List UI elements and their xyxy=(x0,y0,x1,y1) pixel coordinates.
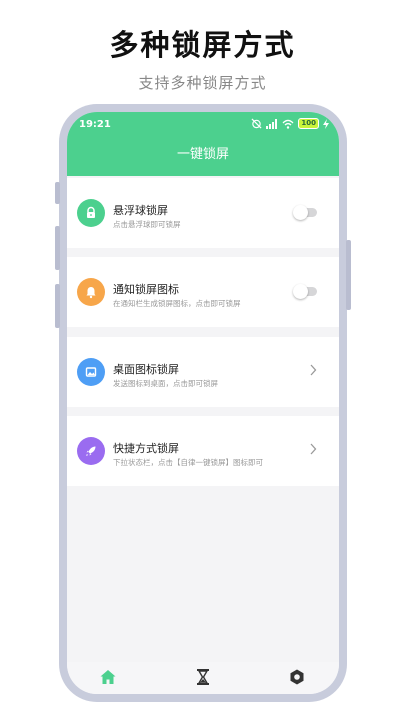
promo-title: 多种锁屏方式 xyxy=(109,28,296,62)
lock-option-floating-ball[interactable]: 悬浮球锁屏 点击悬浮球即可锁屏 xyxy=(67,178,339,248)
status-time: 19:21 xyxy=(79,119,111,130)
promo-subtitle: 支持多种锁屏方式 xyxy=(138,74,267,92)
rocket-icon xyxy=(77,437,105,465)
status-bar: 19:21 100 xyxy=(67,112,339,136)
settings-icon[interactable] xyxy=(288,668,306,686)
phone-side-button xyxy=(55,226,60,270)
signal-icon xyxy=(266,118,278,129)
option-description: 点击悬浮球即可锁屏 xyxy=(113,220,181,229)
chevron-right-icon xyxy=(310,364,317,376)
notification-toggle[interactable] xyxy=(293,284,317,299)
lock-icon xyxy=(77,199,105,227)
lock-option-shortcut[interactable]: 快捷方式锁屏 下拉状态栏，点击【自律一键锁屏】图标即可 xyxy=(67,416,339,486)
hourglass-icon[interactable] xyxy=(195,668,211,686)
phone-side-button xyxy=(55,182,60,204)
app-header: 一键锁屏 xyxy=(67,136,339,176)
option-description: 下拉状态栏，点击【自律一键锁屏】图标即可 xyxy=(113,458,263,467)
lock-option-notification[interactable]: 通知锁屏图标 在通知栏生成锁屏图标，点击即可锁屏 xyxy=(67,257,339,327)
option-title: 快捷方式锁屏 xyxy=(113,442,179,455)
floating-ball-toggle[interactable] xyxy=(293,205,317,220)
phone-frame: 19:21 100 一键锁屏 悬浮球锁屏 点击悬浮球即可锁屏 通知锁屏图标 在通… xyxy=(55,104,351,702)
phone-side-button xyxy=(346,240,351,310)
chevron-right-icon xyxy=(310,443,317,455)
phone-side-button xyxy=(55,284,60,328)
option-title: 通知锁屏图标 xyxy=(113,283,179,296)
toggle-knob xyxy=(293,284,308,299)
option-description: 发送图标到桌面，点击即可锁屏 xyxy=(113,379,218,388)
home-icon[interactable] xyxy=(99,668,117,686)
option-description: 在通知栏生成锁屏图标，点击即可锁屏 xyxy=(113,299,241,308)
lock-option-desktop-icon[interactable]: 桌面图标锁屏 发送图标到桌面，点击即可锁屏 xyxy=(67,337,339,407)
toggle-knob xyxy=(293,205,308,220)
option-title: 悬浮球锁屏 xyxy=(113,204,168,217)
app-screen: 19:21 100 一键锁屏 悬浮球锁屏 点击悬浮球即可锁屏 通知锁屏图标 在通… xyxy=(67,112,339,694)
battery-icon: 100 xyxy=(298,118,319,129)
option-title: 桌面图标锁屏 xyxy=(113,363,179,376)
app-title: 一键锁屏 xyxy=(176,147,229,162)
alarm-off-icon xyxy=(251,118,262,129)
bottom-tab-bar xyxy=(67,662,339,694)
image-icon xyxy=(77,358,105,386)
charging-icon xyxy=(323,118,329,129)
bell-icon xyxy=(77,278,105,306)
wifi-icon xyxy=(282,119,294,129)
